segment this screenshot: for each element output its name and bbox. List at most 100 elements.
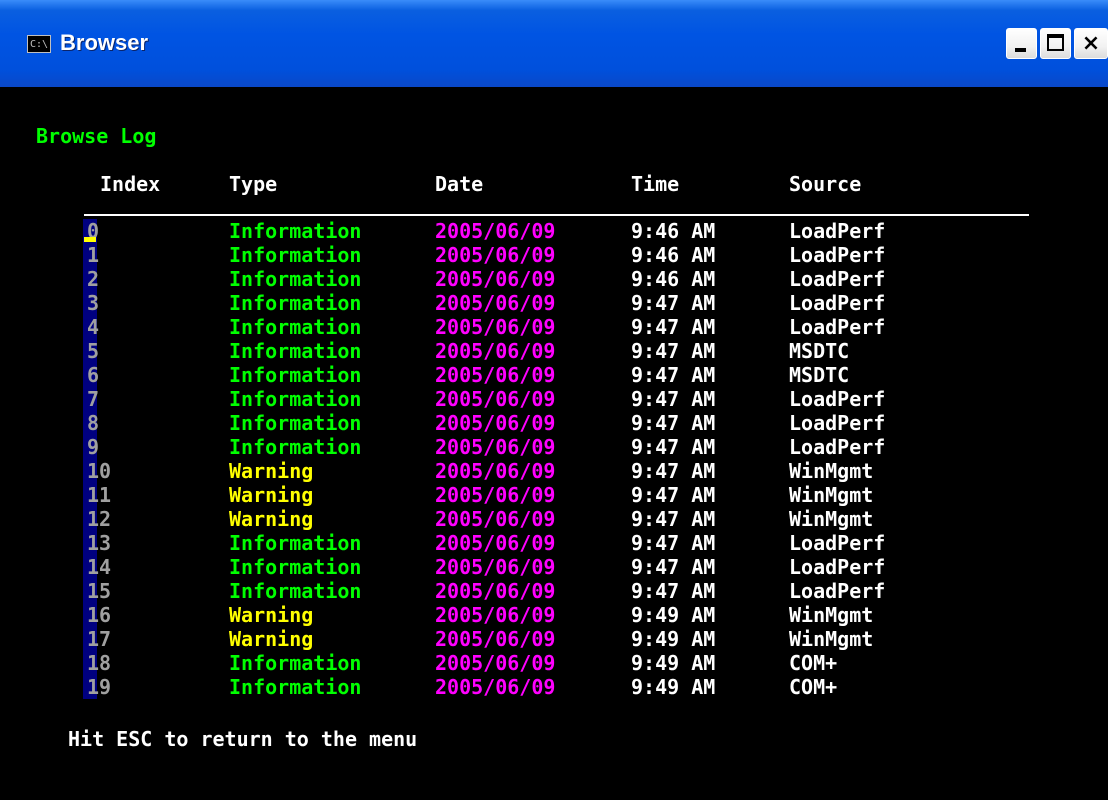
log-type: Information — [229, 315, 362, 339]
log-source: LoadPerf — [789, 267, 886, 291]
log-date: 2005/06/09 — [435, 243, 556, 267]
log-row[interactable]: 11 Warning 2005/06/09 9:47 AM WinMgmt — [0, 483, 1108, 507]
log-type: Information — [229, 339, 362, 363]
log-time: 9:49 AM — [631, 651, 716, 675]
maximize-button[interactable] — [1040, 28, 1071, 59]
close-icon: × — [1081, 31, 1101, 56]
log-type: Warning — [229, 627, 314, 651]
log-source: LoadPerf — [789, 579, 886, 603]
log-row[interactable]: 9 Information 2005/06/09 9:47 AM LoadPerf — [0, 435, 1108, 459]
log-row[interactable]: 1 Information 2005/06/09 9:46 AM LoadPerf — [0, 243, 1108, 267]
log-type: Information — [229, 219, 362, 243]
minimize-button[interactable] — [1006, 28, 1037, 59]
log-date: 2005/06/09 — [435, 267, 556, 291]
log-row[interactable]: 15 Information 2005/06/09 9:47 AM LoadPerf — [0, 579, 1108, 603]
log-row[interactable]: 19 Information 2005/06/09 9:49 AM COM+ — [0, 675, 1108, 699]
log-time: 9:47 AM — [631, 555, 716, 579]
log-time: 9:47 AM — [631, 579, 716, 603]
log-time: 9:47 AM — [631, 411, 716, 435]
log-row[interactable]: 2 Information 2005/06/09 9:46 AM LoadPerf — [0, 267, 1108, 291]
log-type: Information — [229, 291, 362, 315]
log-index: 11 — [87, 483, 112, 507]
log-source: LoadPerf — [789, 411, 886, 435]
log-index: 10 — [87, 459, 112, 483]
log-date: 2005/06/09 — [435, 579, 556, 603]
log-time: 9:47 AM — [631, 315, 716, 339]
log-index: 3 — [87, 291, 100, 315]
log-type: Warning — [229, 507, 314, 531]
log-type: Information — [229, 675, 362, 699]
log-row[interactable]: 8 Information 2005/06/09 9:47 AM LoadPerf — [0, 411, 1108, 435]
log-source: COM+ — [789, 675, 838, 699]
log-date: 2005/06/09 — [435, 339, 556, 363]
log-time: 9:46 AM — [631, 267, 716, 291]
log-type: Warning — [229, 483, 314, 507]
log-source: LoadPerf — [789, 315, 886, 339]
log-date: 2005/06/09 — [435, 387, 556, 411]
header-divider — [84, 214, 1029, 216]
footer-hint: Hit ESC to return to the menu — [68, 727, 418, 751]
log-row[interactable]: 13 Information 2005/06/09 9:47 AM LoadPerf — [0, 531, 1108, 555]
log-index: 12 — [87, 507, 112, 531]
log-time: 9:47 AM — [631, 483, 716, 507]
log-row[interactable]: 5 Information 2005/06/09 9:47 AM MSDTC — [0, 339, 1108, 363]
text-cursor — [84, 237, 96, 242]
log-date: 2005/06/09 — [435, 531, 556, 555]
log-index: 8 — [87, 411, 100, 435]
close-button[interactable]: × — [1074, 28, 1108, 59]
log-source: WinMgmt — [789, 507, 874, 531]
log-type: Information — [229, 267, 362, 291]
log-source: LoadPerf — [789, 435, 886, 459]
log-row[interactable]: 17 Warning 2005/06/09 9:49 AM WinMgmt — [0, 627, 1108, 651]
log-type: Information — [229, 531, 362, 555]
log-type: Information — [229, 363, 362, 387]
log-source: LoadPerf — [789, 387, 886, 411]
column-header-index: Index — [100, 172, 161, 196]
log-type: Information — [229, 435, 362, 459]
log-type: Warning — [229, 603, 314, 627]
log-source: MSDTC — [789, 339, 850, 363]
log-row[interactable]: 6 Information 2005/06/09 9:47 AM MSDTC — [0, 363, 1108, 387]
log-type: Warning — [229, 459, 314, 483]
log-type: Information — [229, 411, 362, 435]
log-row[interactable]: 16 Warning 2005/06/09 9:49 AM WinMgmt — [0, 603, 1108, 627]
log-index: 6 — [87, 363, 100, 387]
title-bar[interactable]: C:\ Browser × — [0, 0, 1108, 87]
log-source: WinMgmt — [789, 603, 874, 627]
log-row[interactable]: 12 Warning 2005/06/09 9:47 AM WinMgmt — [0, 507, 1108, 531]
log-row[interactable]: 7 Information 2005/06/09 9:47 AM LoadPerf — [0, 387, 1108, 411]
console-area[interactable]: Browse Log Index Type Date Time Source 0… — [0, 87, 1108, 800]
log-source: LoadPerf — [789, 219, 886, 243]
log-index: 5 — [87, 339, 100, 363]
log-date: 2005/06/09 — [435, 219, 556, 243]
log-index: 18 — [87, 651, 112, 675]
log-row[interactable]: 18 Information 2005/06/09 9:49 AM COM+ — [0, 651, 1108, 675]
log-index: 16 — [87, 603, 112, 627]
maximize-icon — [1047, 34, 1064, 51]
log-time: 9:47 AM — [631, 339, 716, 363]
minimize-icon — [1015, 48, 1026, 52]
log-index: 4 — [87, 315, 100, 339]
log-row[interactable]: 4 Information 2005/06/09 9:47 AM LoadPerf — [0, 315, 1108, 339]
log-type: Information — [229, 387, 362, 411]
log-source: LoadPerf — [789, 243, 886, 267]
log-date: 2005/06/09 — [435, 603, 556, 627]
log-index: 2 — [87, 267, 100, 291]
log-date: 2005/06/09 — [435, 555, 556, 579]
log-time: 9:49 AM — [631, 627, 716, 651]
window-title: Browser — [60, 30, 149, 55]
log-source: LoadPerf — [789, 291, 886, 315]
log-time: 9:47 AM — [631, 531, 716, 555]
screen-heading: Browse Log — [36, 124, 157, 148]
log-date: 2005/06/09 — [435, 315, 556, 339]
console-app-icon[interactable]: C:\ — [27, 35, 51, 53]
log-row[interactable]: 10 Warning 2005/06/09 9:47 AM WinMgmt — [0, 459, 1108, 483]
log-row[interactable]: 14 Information 2005/06/09 9:47 AM LoadPerf — [0, 555, 1108, 579]
log-source: WinMgmt — [789, 459, 874, 483]
log-time: 9:46 AM — [631, 219, 716, 243]
log-time: 9:47 AM — [631, 387, 716, 411]
log-row[interactable]: 3 Information 2005/06/09 9:47 AM LoadPerf — [0, 291, 1108, 315]
column-header-date: Date — [435, 172, 484, 196]
log-date: 2005/06/09 — [435, 459, 556, 483]
log-row[interactable]: 0 Information 2005/06/09 9:46 AM LoadPerf — [0, 219, 1108, 243]
